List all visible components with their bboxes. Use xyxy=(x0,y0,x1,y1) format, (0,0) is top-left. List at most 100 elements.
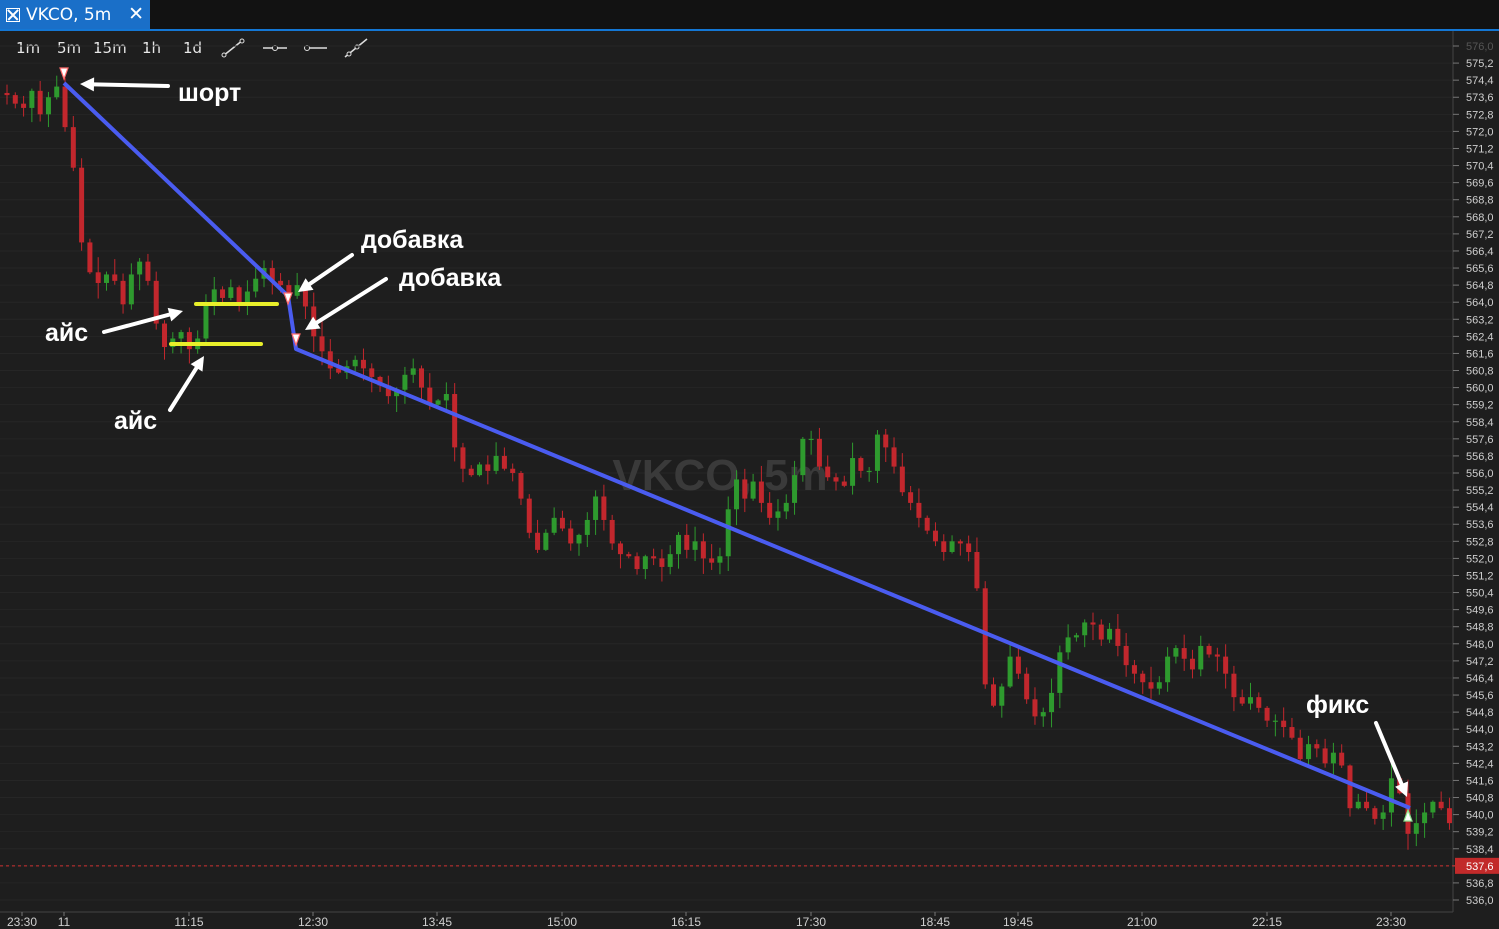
candle xyxy=(468,465,474,477)
candle xyxy=(957,539,963,556)
candle xyxy=(1173,645,1179,664)
timeframe-15m-button[interactable]: 15m xyxy=(93,39,127,57)
candle xyxy=(1206,643,1212,658)
candle xyxy=(410,358,416,383)
timeframe-1d-button[interactable]: 1d xyxy=(183,39,202,57)
candle xyxy=(709,544,715,570)
candle xyxy=(103,271,109,291)
candle xyxy=(153,271,159,330)
candle xyxy=(535,519,541,553)
y-tick-label: 565,6 xyxy=(1466,263,1494,275)
y-tick-label: 574,4 xyxy=(1466,75,1494,87)
candle xyxy=(385,375,391,404)
candle xyxy=(1347,764,1353,817)
y-tick-label: 568,8 xyxy=(1466,195,1494,207)
candle xyxy=(45,91,51,128)
candle xyxy=(95,257,101,299)
y-tick-label: 556,0 xyxy=(1466,468,1494,480)
y-tick-label: 544,0 xyxy=(1466,724,1494,736)
y-tick-label: 553,6 xyxy=(1466,519,1494,531)
candle xyxy=(352,355,358,374)
candle xyxy=(1372,805,1378,825)
current-price-label: 537,6 xyxy=(1466,861,1494,873)
candle xyxy=(137,258,143,291)
y-tick-label: 542,4 xyxy=(1466,758,1494,770)
close-icon[interactable]: ✕ xyxy=(128,3,144,25)
candle xyxy=(1107,622,1113,643)
candle xyxy=(319,321,325,366)
candle xyxy=(128,263,134,310)
candle xyxy=(1057,645,1063,709)
candle xyxy=(858,456,864,478)
candle xyxy=(29,88,35,123)
candle xyxy=(833,473,839,491)
timeframe-1m-button[interactable]: 1m xyxy=(16,39,40,57)
candle xyxy=(1239,689,1245,706)
candle xyxy=(1422,802,1428,838)
y-tick-label: 552,0 xyxy=(1466,553,1494,565)
trend-line-icon[interactable] xyxy=(220,37,246,59)
candle xyxy=(949,535,955,554)
candle xyxy=(1189,649,1195,679)
y-tick-label: 544,8 xyxy=(1466,707,1494,719)
candle xyxy=(120,273,126,314)
candle xyxy=(402,366,408,404)
candle xyxy=(261,260,267,288)
x-tick-label: 17:30 xyxy=(796,915,826,929)
price-chart[interactable]: VKCO, 5m шорт добавка добавка айс айс фикс 57… xyxy=(0,0,1499,929)
candle xyxy=(1115,614,1121,657)
candle xyxy=(21,95,27,117)
candle xyxy=(62,78,68,132)
chart-toolbar: 1m 5m 15m 1h 1d xyxy=(0,31,1499,65)
candle xyxy=(916,488,922,528)
candle xyxy=(1198,635,1204,677)
candle xyxy=(758,465,764,513)
annotation-arrow-icon xyxy=(1374,721,1409,797)
candle xyxy=(211,276,217,316)
candle xyxy=(551,507,557,536)
candle xyxy=(37,80,43,122)
candle xyxy=(112,259,118,285)
candle xyxy=(1123,633,1129,677)
candle xyxy=(734,470,740,526)
candle xyxy=(1463,789,1469,812)
x-tick-label: 15:00 xyxy=(547,915,577,929)
candle xyxy=(932,522,938,547)
horizontal-line-icon[interactable] xyxy=(302,37,328,59)
x-tick-label: 23:30 xyxy=(7,915,37,929)
candle xyxy=(593,490,599,535)
candle xyxy=(974,537,980,591)
trade-marker-icon xyxy=(1403,808,1413,822)
candle xyxy=(427,373,433,410)
x-tick-label: 18:45 xyxy=(920,915,950,929)
candle xyxy=(1156,676,1162,695)
horizontal-ray-icon[interactable] xyxy=(262,37,288,59)
candle xyxy=(725,496,731,572)
annotation-add-position: добавка xyxy=(361,226,464,254)
candle xyxy=(717,547,723,575)
annotation-arrow-icon xyxy=(80,77,170,92)
candle xyxy=(1339,744,1345,768)
chart-tab[interactable]: VKCO, 5m ✕ xyxy=(0,0,150,29)
candle xyxy=(1015,647,1021,679)
annotation-take-profit: фикс xyxy=(1306,691,1369,719)
candle xyxy=(908,486,914,511)
candle xyxy=(841,475,847,488)
y-tick-label: 536,0 xyxy=(1466,895,1494,907)
timeframe-1h-button[interactable]: 1h xyxy=(142,39,161,57)
y-tick-label: 550,4 xyxy=(1466,588,1494,600)
candle xyxy=(336,359,342,375)
timeframe-5m-button[interactable]: 5m xyxy=(57,39,81,57)
x-tick-label: 23:30 xyxy=(1376,915,1406,929)
candle xyxy=(966,535,972,562)
candle xyxy=(1322,738,1328,768)
ray-icon[interactable] xyxy=(343,37,369,59)
candle xyxy=(1330,742,1336,775)
trade-marker-icon xyxy=(59,67,69,81)
candle xyxy=(576,533,582,556)
x-tick-label: 12:30 xyxy=(298,915,328,929)
candle xyxy=(443,382,449,412)
candle xyxy=(800,436,806,482)
candle xyxy=(1405,779,1411,850)
candle xyxy=(775,499,781,531)
